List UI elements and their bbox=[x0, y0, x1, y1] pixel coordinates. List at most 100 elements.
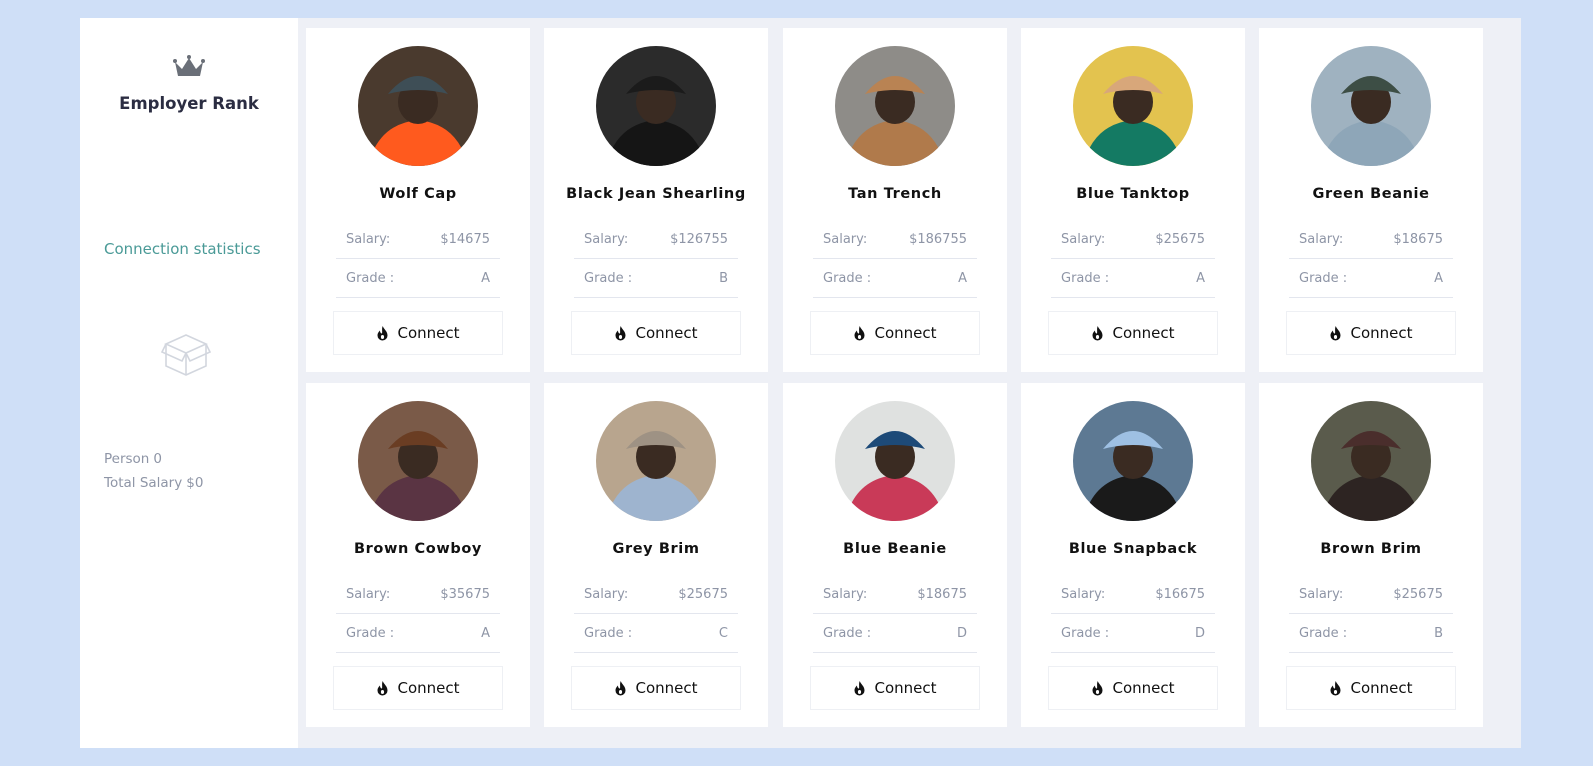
salary-row: Salary: $14675 bbox=[336, 220, 500, 259]
connect-button[interactable]: Connect bbox=[333, 666, 503, 710]
employee-card: Blue Beanie Salary: $18675 Grade : D Con… bbox=[783, 383, 1007, 727]
total-salary-value: $0 bbox=[186, 475, 204, 491]
salary-row: Salary: $18675 bbox=[813, 575, 977, 614]
avatar bbox=[835, 401, 955, 521]
salary-label: Salary: bbox=[346, 586, 391, 602]
card-grid: Wolf Cap Salary: $14675 Grade : A Connec… bbox=[298, 18, 1521, 748]
card-name: Brown Cowboy bbox=[354, 541, 482, 557]
grade-value: A bbox=[1196, 270, 1205, 286]
grade-value: B bbox=[719, 270, 728, 286]
avatar bbox=[835, 46, 955, 166]
grade-row: Grade : A bbox=[336, 614, 500, 653]
grade-row: Grade : D bbox=[1051, 614, 1215, 653]
connect-button[interactable]: Connect bbox=[333, 311, 503, 355]
avatar-photo bbox=[1073, 46, 1193, 166]
card-name: Wolf Cap bbox=[379, 186, 457, 202]
connect-button[interactable]: Connect bbox=[1286, 666, 1456, 710]
grade-value: A bbox=[481, 270, 490, 286]
grade-row: Grade : A bbox=[336, 259, 500, 298]
salary-row: Salary: $25675 bbox=[1289, 575, 1453, 614]
employee-card: Brown Brim Salary: $25675 Grade : B Conn… bbox=[1259, 383, 1483, 727]
employee-card: Green Beanie Salary: $18675 Grade : A Co… bbox=[1259, 28, 1483, 372]
grade-value: A bbox=[481, 625, 490, 641]
grade-label: Grade : bbox=[823, 625, 872, 641]
salary-row: Salary: $186755 bbox=[813, 220, 977, 259]
grade-label: Grade : bbox=[584, 625, 633, 641]
grade-value: A bbox=[1434, 270, 1443, 286]
salary-row: Salary: $25675 bbox=[574, 575, 738, 614]
grade-row: Grade : C bbox=[574, 614, 738, 653]
connect-label: Connect bbox=[635, 679, 698, 697]
connect-label: Connect bbox=[635, 324, 698, 342]
salary-value: $25675 bbox=[1393, 586, 1443, 602]
grade-label: Grade : bbox=[346, 625, 395, 641]
crown-icon bbox=[173, 55, 205, 76]
avatar bbox=[596, 401, 716, 521]
salary-label: Salary: bbox=[1299, 586, 1344, 602]
fire-icon bbox=[854, 325, 865, 340]
salary-value: $126755 bbox=[670, 231, 728, 247]
box-icon bbox=[160, 334, 212, 376]
card-name: Tan Trench bbox=[848, 186, 942, 202]
fire-icon bbox=[1092, 325, 1103, 340]
connect-label: Connect bbox=[1350, 324, 1413, 342]
avatar bbox=[358, 46, 478, 166]
grade-value: A bbox=[958, 270, 967, 286]
person-count: 0 bbox=[153, 451, 162, 467]
person-label: Person bbox=[104, 451, 150, 467]
grade-value: C bbox=[718, 625, 728, 641]
connect-label: Connect bbox=[1350, 679, 1413, 697]
fire-icon bbox=[615, 680, 626, 695]
grade-row: Grade : A bbox=[1051, 259, 1215, 298]
grade-value: D bbox=[1194, 625, 1205, 641]
connect-label: Connect bbox=[1112, 324, 1175, 342]
grade-row: Grade : B bbox=[574, 259, 738, 298]
salary-label: Salary: bbox=[1299, 231, 1344, 247]
grade-label: Grade : bbox=[1061, 625, 1110, 641]
card-name: Blue Beanie bbox=[843, 541, 947, 557]
total-salary-label: Total Salary bbox=[104, 475, 183, 491]
avatar bbox=[1311, 46, 1431, 166]
connect-button[interactable]: Connect bbox=[1048, 666, 1218, 710]
salary-label: Salary: bbox=[823, 231, 868, 247]
employee-card: Blue Snapback Salary: $16675 Grade : D C… bbox=[1021, 383, 1245, 727]
employee-card: Blue Tanktop Salary: $25675 Grade : A Co… bbox=[1021, 28, 1245, 372]
salary-value: $186755 bbox=[909, 231, 967, 247]
grade-row: Grade : B bbox=[1289, 614, 1453, 653]
salary-value: $18675 bbox=[1393, 231, 1443, 247]
card-name: Black Jean Shearling bbox=[566, 186, 746, 202]
connect-label: Connect bbox=[874, 324, 937, 342]
salary-row: Salary: $25675 bbox=[1051, 220, 1215, 259]
grade-label: Grade : bbox=[584, 270, 633, 286]
salary-value: $25675 bbox=[1155, 231, 1205, 247]
connection-statistics-link[interactable]: Connection statistics bbox=[104, 240, 261, 258]
salary-value: $25675 bbox=[678, 586, 728, 602]
connect-label: Connect bbox=[874, 679, 937, 697]
fire-icon bbox=[377, 325, 388, 340]
connect-button[interactable]: Connect bbox=[810, 666, 980, 710]
salary-row: Salary: $126755 bbox=[574, 220, 738, 259]
salary-value: $16675 bbox=[1155, 586, 1205, 602]
avatar bbox=[1073, 401, 1193, 521]
connect-button[interactable]: Connect bbox=[571, 666, 741, 710]
avatar-photo bbox=[596, 46, 716, 166]
fire-icon bbox=[1092, 680, 1103, 695]
salary-label: Salary: bbox=[346, 231, 391, 247]
connect-label: Connect bbox=[397, 679, 460, 697]
sidebar: Employer Rank Connection statistics Pers… bbox=[80, 18, 298, 748]
connect-button[interactable]: Connect bbox=[810, 311, 980, 355]
salary-value: $35675 bbox=[440, 586, 490, 602]
card-name: Grey Brim bbox=[612, 541, 700, 557]
fire-icon bbox=[615, 325, 626, 340]
avatar bbox=[1311, 401, 1431, 521]
grade-label: Grade : bbox=[823, 270, 872, 286]
grade-label: Grade : bbox=[1061, 270, 1110, 286]
avatar-photo bbox=[358, 401, 478, 521]
connect-button[interactable]: Connect bbox=[1048, 311, 1218, 355]
fire-icon bbox=[1330, 325, 1341, 340]
connect-button[interactable]: Connect bbox=[571, 311, 741, 355]
employee-card: Grey Brim Salary: $25675 Grade : C Conne… bbox=[544, 383, 768, 727]
grade-row: Grade : D bbox=[813, 614, 977, 653]
connect-button[interactable]: Connect bbox=[1286, 311, 1456, 355]
salary-label: Salary: bbox=[823, 586, 868, 602]
